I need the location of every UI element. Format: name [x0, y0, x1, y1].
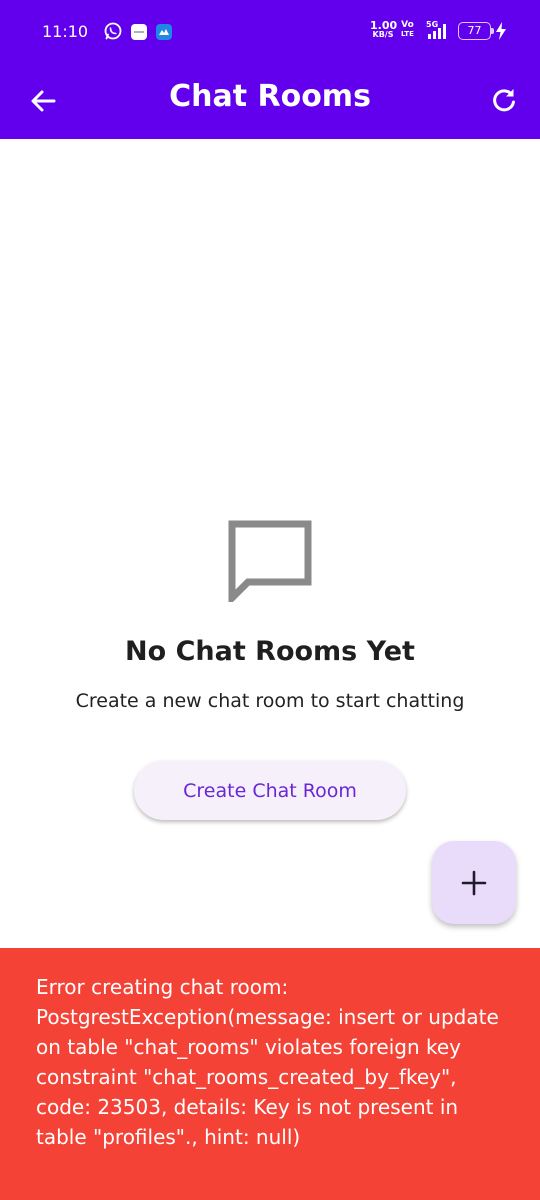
- notification-app-icon: [130, 23, 148, 45]
- app-bar: Chat Rooms: [0, 64, 540, 139]
- empty-state-title: No Chat Rooms Yet: [125, 636, 415, 667]
- cloud-app-icon: [155, 23, 173, 45]
- status-bar: 11:10 1.00 KB/S Vo LTE 5G 77: [0, 0, 540, 64]
- refresh-icon: [493, 89, 515, 112]
- error-snackbar: Error creating chat room: PostgrestExcep…: [0, 948, 540, 1200]
- error-message: Error creating chat room: PostgrestExcep…: [36, 975, 499, 1149]
- empty-state-subtitle: Create a new chat room to start chatting: [75, 690, 465, 712]
- charging-icon: [495, 22, 507, 44]
- battery-tip: [491, 28, 494, 34]
- battery-icon: 77: [458, 22, 491, 40]
- refresh-button[interactable]: [486, 82, 522, 118]
- whatsapp-icon: [103, 21, 123, 45]
- network-speed-unit: KB/S: [372, 30, 394, 39]
- network-speed-value: 1.00: [370, 19, 398, 32]
- add-icon: [461, 870, 487, 895]
- volte-bottom: LTE: [401, 30, 414, 38]
- network-speed: 1.00 KB/S: [370, 19, 398, 39]
- volte-top: Vo: [401, 20, 414, 30]
- create-chat-room-button[interactable]: Create Chat Room: [134, 761, 406, 820]
- page-title: Chat Rooms: [169, 79, 371, 114]
- status-time: 11:10: [42, 22, 89, 41]
- chat-bubble-icon: [228, 520, 312, 607]
- volte-indicator: Vo LTE: [401, 21, 414, 39]
- signal-icon: [428, 24, 452, 44]
- battery-level: 77: [467, 24, 482, 37]
- create-chat-room-label: Create Chat Room: [183, 779, 357, 802]
- add-chat-room-fab[interactable]: [432, 841, 516, 924]
